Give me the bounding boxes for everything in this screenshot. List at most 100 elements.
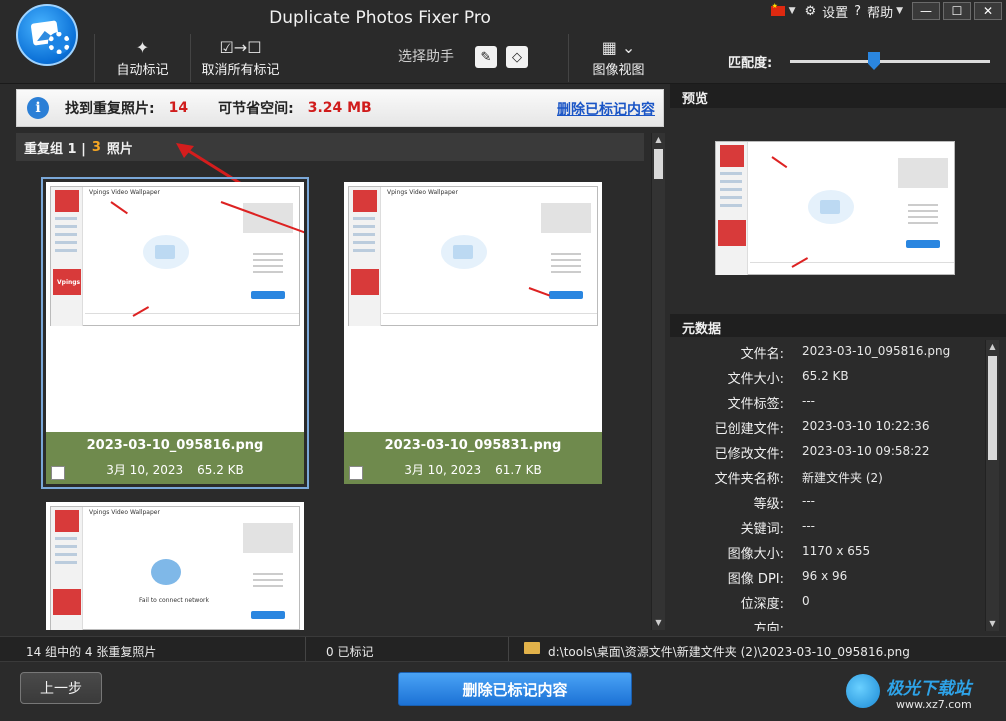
marked-count: 0 已标记: [326, 645, 374, 659]
metadata-key: 方向:: [753, 622, 784, 631]
photo-card-2[interactable]: Vpings Video Wallpaper 2023-03-10_095831…: [344, 182, 602, 484]
group-summary: 14 组中的 4 张重复照片: [26, 645, 157, 659]
network-globe-icon: [151, 559, 181, 585]
delete-marked-button[interactable]: 删除已标记内容: [398, 672, 632, 706]
metadata-row: 位深度: 0: [670, 587, 990, 612]
file-size: 61.7 KB: [495, 463, 542, 477]
metadata-key: 文件名:: [740, 347, 784, 362]
group-photo-count: 3: [91, 139, 101, 155]
metadata-table: 文件名: 2023-03-10_095816.png 文件大小: 65.2 KB 文件标…: [670, 337, 1006, 631]
maximize-button[interactable]: ☐: [943, 2, 971, 20]
language-flag-icon[interactable]: [770, 2, 785, 16]
metadata-key: 图像大小:: [727, 547, 784, 562]
photo-card-1[interactable]: Vpings Video Wallpaper Vpings 2023-03-10…: [41, 177, 309, 489]
site-watermark: 极光下载站 www.xz7.com: [846, 670, 996, 716]
metadata-value: 2023-03-10_095816.png: [802, 344, 951, 358]
metadata-key: 等级:: [753, 497, 784, 512]
photo-thumbnail[interactable]: Vpings Video Wallpaper: [344, 182, 602, 432]
image-view-button[interactable]: ▦ ⌄ 图像视图: [568, 34, 668, 82]
match-level-label: 匹配度:: [728, 56, 773, 71]
metadata-key: 文件大小:: [727, 372, 784, 387]
photo-info: 2023-03-10_095831.png 3月 10, 2023 61.7 KB: [344, 432, 602, 484]
scroll-thumb[interactable]: [988, 356, 997, 460]
help-icon[interactable]: ?: [854, 4, 861, 19]
metadata-row: 文件大小: 65.2 KB: [670, 362, 990, 387]
metadata-key: 图像 DPI:: [727, 572, 784, 587]
metadata-value: 1170 x 655: [802, 544, 871, 558]
metadata-row: 关键词: ---: [670, 512, 990, 537]
scroll-down-icon[interactable]: ▼: [986, 617, 999, 631]
metadata-row: 方向:: [670, 612, 990, 631]
mark-checkbox[interactable]: [51, 466, 65, 480]
metadata-key: 已修改文件:: [714, 447, 784, 462]
back-button[interactable]: 上一步: [20, 672, 102, 704]
help-menu[interactable]: 帮助: [867, 2, 893, 21]
file-date: 3月 10, 2023: [404, 463, 482, 477]
metadata-row: 文件夹名称: 新建文件夹 (2): [670, 462, 990, 487]
metadata-value: 0: [802, 594, 810, 608]
status-bar: 14 组中的 4 张重复照片 0 已标记 d:\tools\桌面\资源文件\新建…: [0, 636, 1006, 662]
preview-header: 预览: [670, 84, 1006, 108]
folder-icon: [524, 642, 540, 654]
thumb-error-text: Fail to connect network: [139, 597, 209, 604]
assistant-eraser-icon[interactable]: ◇: [506, 46, 528, 68]
file-date: 3月 10, 2023: [106, 463, 184, 477]
assistant-wand-icon[interactable]: ✎: [475, 46, 497, 68]
unmark-all-button[interactable]: ☑→☐ 取消所有标记: [190, 34, 290, 82]
metadata-row: 已修改文件: 2023-03-10 09:58:22: [670, 437, 990, 462]
scroll-up-icon[interactable]: ▲: [986, 340, 999, 354]
minimize-button[interactable]: —: [912, 2, 940, 20]
metadata-key: 位深度:: [740, 597, 784, 612]
metadata-row: 图像 DPI: 96 x 96: [670, 562, 990, 587]
scroll-thumb[interactable]: [654, 149, 663, 179]
metadata-key: 关键词:: [740, 522, 784, 537]
file-path: d:\tools\桌面\资源文件\新建文件夹 (2)\2023-03-10_09…: [548, 645, 910, 659]
metadata-value: ---: [802, 519, 815, 533]
metadata-value: 2023-03-10 10:22:36: [802, 419, 930, 433]
metadata-value: 96 x 96: [802, 569, 848, 583]
match-level-slider[interactable]: [790, 60, 990, 63]
results-info-bar: i 找到重复照片: 14 可节省空间: 3.24 MB 删除已标记内容: [16, 89, 664, 127]
scroll-down-icon[interactable]: ▼: [652, 616, 665, 630]
metadata-scrollbar[interactable]: ▲ ▼: [985, 340, 999, 631]
settings-menu[interactable]: 设置: [822, 2, 848, 21]
settings-gear-icon[interactable]: ⚙: [804, 4, 816, 19]
metadata-row: 等级: ---: [670, 487, 990, 512]
close-button[interactable]: ✕: [974, 2, 1002, 20]
window-title: Duplicate Photos Fixer Pro: [269, 8, 491, 28]
space-label: 可节省空间:: [218, 101, 294, 117]
results-scrollbar[interactable]: ▲ ▼: [651, 133, 665, 630]
mark-checkbox[interactable]: [349, 466, 363, 480]
file-name: 2023-03-10_095816.png: [86, 438, 264, 453]
selection-assistant-label: 选择助手: [398, 49, 454, 65]
help-chevron-icon[interactable]: ▼: [896, 6, 903, 16]
photo-card-3[interactable]: Vpings Video Wallpaper Fail to connect n…: [46, 502, 304, 630]
file-name: 2023-03-10_095831.png: [384, 438, 562, 453]
metadata-row: 文件标签: ---: [670, 387, 990, 412]
magic-wand-icon: ✦: [135, 38, 150, 57]
metadata-row: 文件名: 2023-03-10_095816.png: [670, 337, 990, 362]
info-icon: i: [27, 97, 49, 119]
preview-image[interactable]: [715, 141, 955, 275]
space-value: 3.24 MB: [307, 100, 372, 116]
found-count: 14: [168, 100, 189, 116]
photo-info: 2023-03-10_095816.png 3月 10, 2023 65.2 KB: [46, 432, 304, 484]
chevron-down-icon[interactable]: ▼: [789, 6, 796, 16]
metadata-value: 新建文件夹 (2): [802, 471, 883, 485]
metadata-value: 2023-03-10 09:58:22: [802, 444, 930, 458]
match-slider-thumb[interactable]: [868, 52, 880, 70]
title-toolbar: Duplicate Photos Fixer Pro ▼ ⚙ 设置 ? 帮助 ▼…: [0, 0, 1006, 84]
window-controls: ▼ ⚙ 设置 ? 帮助 ▼ — ☐ ✕: [770, 0, 1006, 22]
photo-thumbnail[interactable]: Vpings Video Wallpaper Vpings: [46, 182, 304, 432]
scroll-up-icon[interactable]: ▲: [652, 133, 665, 147]
grid-view-icon: ▦ ⌄: [601, 38, 636, 57]
watermark-logo-icon: [846, 674, 880, 708]
metadata-key: 文件标签:: [727, 397, 784, 412]
file-size: 65.2 KB: [197, 463, 244, 477]
metadata-value: ---: [802, 394, 815, 408]
duplicate-group-header: 重复组 1 | 3 照片: [16, 133, 644, 161]
found-label: 找到重复照片:: [65, 101, 155, 117]
delete-marked-link[interactable]: 删除已标记内容: [557, 99, 655, 119]
metadata-row: 已创建文件: 2023-03-10 10:22:36: [670, 412, 990, 437]
auto-mark-button[interactable]: ✦ 自动标记: [94, 34, 190, 82]
